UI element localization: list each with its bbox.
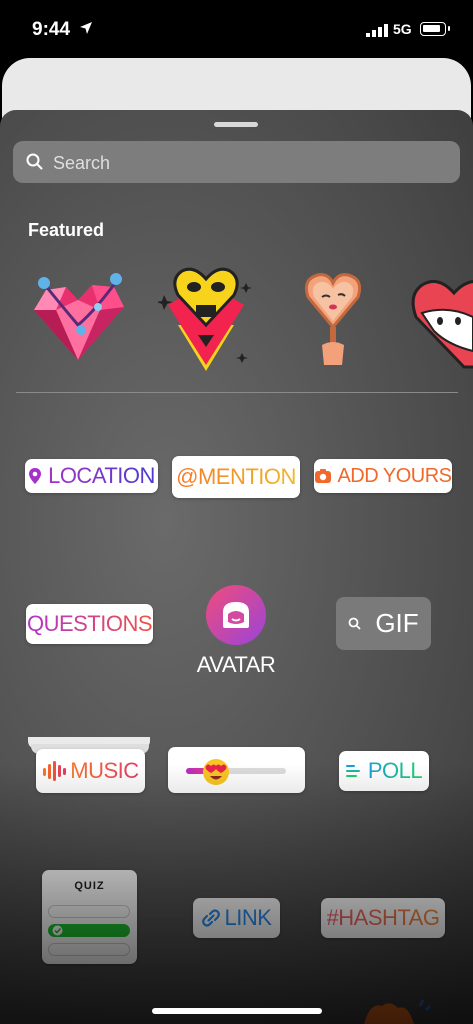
status-time: 9:44 — [32, 19, 71, 40]
music-label: MUSIC — [70, 758, 139, 783]
mention-sticker[interactable]: @MENTION — [172, 456, 300, 498]
network-type: 5G — [393, 21, 412, 37]
location-label: LOCATION — [48, 463, 155, 488]
mention-label: @MENTION — [176, 464, 296, 489]
sticker-sheet: Featured — [0, 110, 473, 1024]
sheet-grabber[interactable] — [214, 122, 258, 127]
location-arrow-icon — [80, 22, 92, 34]
status-bar: 9:44 5G — [0, 0, 473, 58]
quiz-option — [48, 943, 130, 956]
emoji-slider-track[interactable] — [186, 768, 286, 774]
poll-sticker[interactable]: POLL — [339, 751, 429, 791]
quiz-title: QUIZ — [74, 880, 105, 892]
search-bar[interactable] — [13, 141, 460, 183]
link-sticker[interactable]: LINK — [193, 898, 280, 938]
location-pin-icon — [29, 468, 42, 484]
music-sticker[interactable]: MUSIC — [36, 749, 145, 793]
quiz-option — [48, 905, 130, 918]
questions-label: QUESTIONS — [26, 611, 153, 636]
questions-sticker[interactable]: QUESTIONS — [26, 604, 153, 644]
battery-icon — [420, 22, 450, 36]
featured-sticker-crystal-heart[interactable] — [26, 265, 130, 375]
location-sticker[interactable]: LOCATION — [25, 459, 158, 493]
featured-sticker-heart-mirror[interactable] — [298, 265, 368, 375]
music-bars-icon — [43, 761, 67, 781]
avatar-label: AVATAR — [196, 652, 276, 677]
link-label: LINK — [224, 905, 272, 930]
gif-label: GIF — [375, 608, 419, 638]
hashtag-label: #HASHTAG — [326, 905, 440, 930]
quiz-option — [48, 924, 130, 937]
poll-label: POLL — [367, 758, 423, 783]
heart-eyes-emoji-icon[interactable] — [202, 758, 230, 786]
featured-title: Featured — [28, 220, 105, 240]
camera-icon — [315, 469, 332, 483]
signal-icon — [366, 24, 388, 37]
section-divider — [16, 392, 458, 393]
add-yours-sticker[interactable]: ADD YOURS — [314, 459, 452, 493]
quiz-sticker[interactable]: QUIZ — [42, 870, 137, 964]
partial-sticker[interactable] — [360, 1000, 430, 1024]
hashtag-sticker[interactable]: #HASHTAG — [321, 898, 445, 938]
add-yours-label: ADD YOURS — [337, 464, 452, 487]
check-icon — [52, 925, 63, 936]
featured-sticker-tiki-heart[interactable] — [158, 265, 254, 375]
search-icon — [348, 617, 361, 630]
gif-sticker[interactable]: GIF — [336, 597, 431, 650]
search-input[interactable] — [51, 147, 445, 179]
link-icon — [201, 909, 220, 927]
home-indicator[interactable] — [152, 1008, 322, 1014]
poll-lines-icon — [345, 765, 360, 777]
avatar-sticker[interactable] — [206, 585, 266, 645]
avatar-icon — [223, 602, 249, 628]
featured-sticker-peeking-heart[interactable] — [408, 265, 473, 375]
search-icon — [26, 153, 43, 170]
